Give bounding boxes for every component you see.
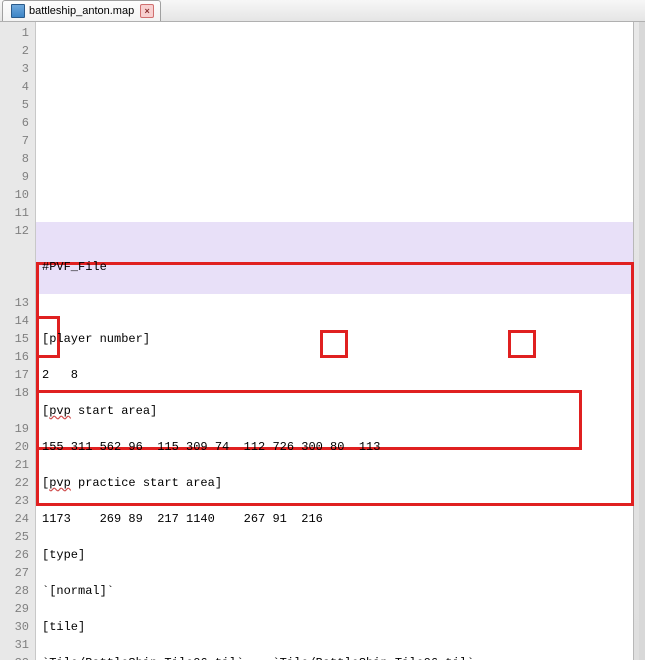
code-editor[interactable]: #PVF_File [player number] 2 8 [pvp start… <box>36 22 639 660</box>
code-line: [tile] <box>42 618 639 636</box>
line-number: 16 <box>0 348 29 366</box>
line-number: 32 <box>0 654 29 660</box>
line-number: 27 <box>0 564 29 582</box>
line-number: 30 <box>0 618 29 636</box>
line-number: 28 <box>0 582 29 600</box>
tab-filename: battleship_anton.map <box>29 5 134 17</box>
line-number: 29 <box>0 600 29 618</box>
code-line: #PVF_File <box>42 258 639 276</box>
line-number: 31 <box>0 636 29 654</box>
line-number: 17 <box>0 366 29 384</box>
code-line: [player number] <box>42 330 639 348</box>
line-number: 18 <box>0 384 29 402</box>
line-number: 21 <box>0 456 29 474</box>
line-number <box>0 240 29 258</box>
line-number: 9 <box>0 168 29 186</box>
line-number: 10 <box>0 186 29 204</box>
line-number: 14 <box>0 312 29 330</box>
line-number: 1 <box>0 24 29 42</box>
line-number: 11 <box>0 204 29 222</box>
line-number: 8 <box>0 150 29 168</box>
code-line: 1173 269 89 217 1140 267 91 216 <box>42 510 639 528</box>
code-text: #PVF_File [player number] 2 8 [pvp start… <box>42 240 639 660</box>
line-number: 4 <box>0 78 29 96</box>
code-line: `[normal]` <box>42 582 639 600</box>
line-number: 6 <box>0 114 29 132</box>
line-number: 3 <box>0 60 29 78</box>
code-line: [pvp start area] <box>42 402 639 420</box>
line-number: 23 <box>0 492 29 510</box>
code-line <box>42 294 639 312</box>
close-icon[interactable]: × <box>140 4 154 18</box>
file-icon <box>11 4 25 18</box>
tab-bar: battleship_anton.map × <box>0 0 645 22</box>
line-number <box>0 276 29 294</box>
line-number: 22 <box>0 474 29 492</box>
code-line: 155 311 562 96 115 309 74 112 726 300 80… <box>42 438 639 456</box>
line-number <box>0 258 29 276</box>
line-number <box>0 402 29 420</box>
line-number: 24 <box>0 510 29 528</box>
code-line: `Tile/BattleShip_Tile06.til` `Tile/Battl… <box>42 654 639 660</box>
line-number: 15 <box>0 330 29 348</box>
line-number: 5 <box>0 96 29 114</box>
line-number: 19 <box>0 420 29 438</box>
line-number: 25 <box>0 528 29 546</box>
line-number: 13 <box>0 294 29 312</box>
code-line: 2 8 <box>42 366 639 384</box>
line-number: 2 <box>0 42 29 60</box>
code-line: [type] <box>42 546 639 564</box>
file-tab[interactable]: battleship_anton.map × <box>2 0 161 21</box>
line-number: 7 <box>0 132 29 150</box>
line-number: 12 <box>0 222 29 240</box>
code-line: [pvp practice start area] <box>42 474 639 492</box>
line-number: 20 <box>0 438 29 456</box>
line-number: 26 <box>0 546 29 564</box>
editor-window: battleship_anton.map × 123456789101112 1… <box>0 0 645 660</box>
editor-body: 123456789101112 131415161718 19202122232… <box>0 22 645 660</box>
line-number-gutter: 123456789101112 131415161718 19202122232… <box>0 22 36 660</box>
